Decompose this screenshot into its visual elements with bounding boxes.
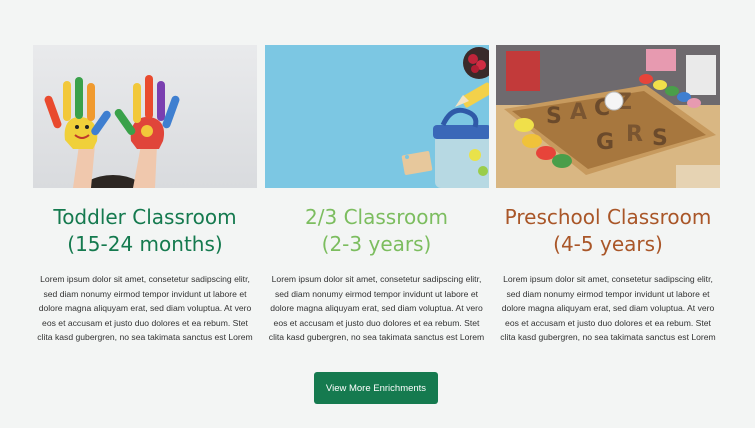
card-description: Lorem ipsum dolor sit amet, consetetur s… (37, 274, 253, 342)
card-preschool-classroom: S A C Z G R S Preschool Classroom (4-5 y… (496, 45, 720, 344)
view-more-enrichments-button[interactable]: View More Enrichments (314, 372, 438, 404)
card-title-line2: (15-24 months) (67, 232, 223, 256)
card-title: Preschool Classroom (4-5 years) (496, 204, 720, 258)
card-title-line2: (4-5 years) (553, 232, 663, 256)
card-description: Lorem ipsum dolor sit amet, consetetur s… (268, 274, 485, 342)
svg-text:S: S (652, 126, 668, 151)
card-title-line1: Toddler Classroom (53, 205, 237, 229)
wooden-letters-playdough-photo-icon: S A C Z G R S (496, 45, 720, 188)
card-title-line2: (2-3 years) (321, 232, 432, 256)
card-toddler-classroom: Toddler Classroom (15-24 months) Lorem i… (33, 45, 257, 344)
card-description: Lorem ipsum dolor sit amet, consetetur s… (500, 274, 716, 342)
card-title-line1: 2/3 Classroom (305, 205, 448, 229)
card-twothree-classroom: 2/3 Classroom (2-3 years) Lorem ipsum do… (264, 45, 489, 344)
card-title-line1: Preschool Classroom (504, 205, 712, 229)
svg-text:S: S (546, 104, 562, 129)
svg-text:A: A (570, 100, 587, 125)
card-title: 2/3 Classroom (2-3 years) (265, 204, 489, 258)
lunchbox-photo-icon (264, 45, 489, 188)
card-title: Toddler Classroom (15-24 months) (33, 204, 257, 258)
svg-text:G: G (596, 130, 614, 155)
svg-text:R: R (626, 122, 643, 147)
painted-hands-photo-icon (33, 45, 257, 188)
classroom-cards: Toddler Classroom (15-24 months) Lorem i… (33, 45, 720, 344)
